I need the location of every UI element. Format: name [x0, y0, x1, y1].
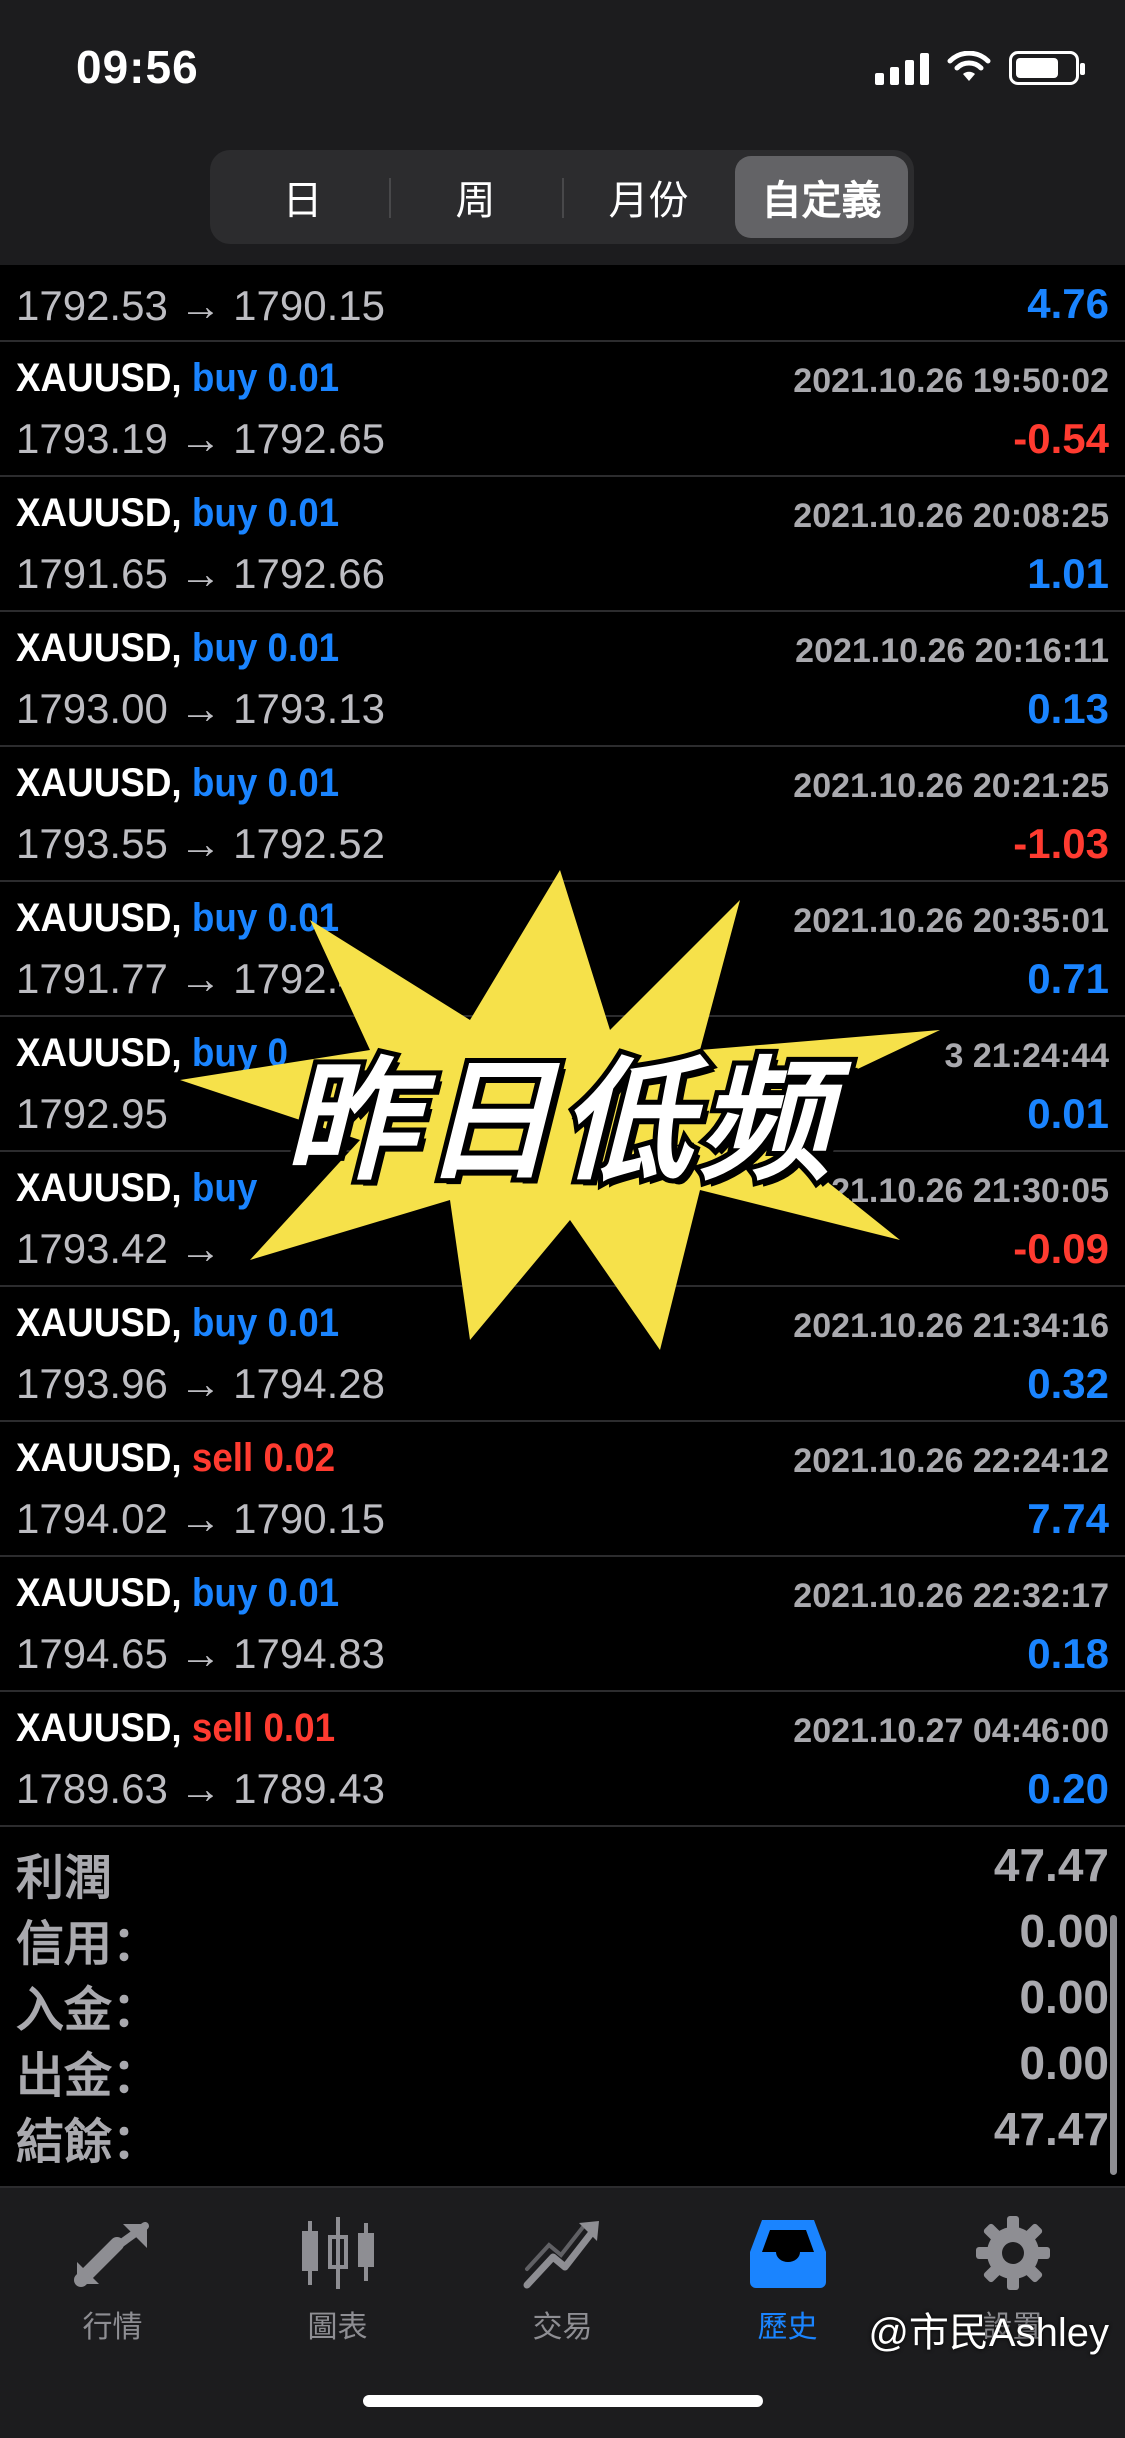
trade-prices: 1793.96 → 1794.28	[16, 1360, 385, 1407]
trade-profit: 0.71	[1027, 955, 1109, 1002]
sticker-text: 昨日低频	[279, 1043, 836, 1200]
account-summary: 利潤 47.47 信用： 0.00 入金： 0.00 出金： 0.00 結餘： …	[0, 1830, 1125, 2185]
trade-row[interactable]: 1792.53 → 1790.15 4.76	[0, 265, 1125, 342]
summary-value: 0.00	[1019, 1971, 1109, 2023]
symbol-name: XAUUSD,	[16, 761, 182, 805]
trade-profit: 0.32	[1027, 1360, 1109, 1407]
trade-timestamp: 2021.10.27 04:46:00	[793, 1712, 1109, 1750]
symbol-name: XAUUSD,	[16, 1571, 182, 1615]
trade-prices: 1789.63 → 1789.43	[16, 1765, 385, 1812]
wifi-icon	[947, 51, 991, 81]
trade-symbol: XAUUSD, buy 0.01	[16, 1571, 339, 1616]
trade-prices: 1792.53 → 1790.15	[16, 282, 385, 329]
trade-timestamp: 2021.10.26 20:16:11	[795, 632, 1109, 670]
home-indicator[interactable]	[363, 2395, 763, 2407]
tab-quotes[interactable]: 行情	[0, 2208, 225, 2358]
burst-sticker: 昨日低频	[140, 860, 980, 1360]
period-tab-week[interactable]: 周	[389, 156, 562, 238]
trade-profit: 4.76	[1027, 280, 1109, 327]
tab-chart[interactable]: 圖表	[225, 2208, 450, 2358]
summary-value: 0.00	[1019, 1905, 1109, 1957]
gear-icon	[975, 2216, 1050, 2290]
trade-chart-icon	[523, 2221, 599, 2289]
status-time: 09:56	[76, 41, 199, 93]
trade-side: sell 0.01	[191, 1706, 336, 1750]
trade-profit: 0.01	[1027, 1090, 1109, 1137]
scroll-indicator[interactable]	[1110, 1915, 1117, 2175]
trade-symbol: XAUUSD, sell 0.02	[16, 1436, 335, 1481]
trade-timestamp: 2021.10.26 22:24:12	[793, 1442, 1109, 1480]
trade-symbol: XAUUSD, buy 0.01	[16, 761, 339, 806]
summary-value: 0.00	[1019, 2037, 1109, 2089]
trade-profit: 0.13	[1027, 685, 1109, 732]
trade-row[interactable]: XAUUSD, buy 0.01 2021.10.26 20:08:25 1791.…	[0, 477, 1125, 612]
trade-profit: -1.03	[1013, 820, 1109, 867]
summary-value: 47.47	[993, 1839, 1109, 1891]
trade-symbol: XAUUSD, buy 0.01	[16, 356, 339, 401]
trade-prices: 1793.19 → 1792.65	[16, 415, 385, 462]
summary-profit-row: 利潤 47.47	[0, 1830, 1125, 1905]
trade-side: buy 0.01	[191, 356, 340, 400]
tab-label: 行情	[82, 2311, 143, 2344]
trade-side: buy 0.01	[191, 761, 340, 805]
summary-withdrawal-row: 出金： 0.00	[0, 2028, 1125, 2103]
trade-prices: 1791.65 → 1792.66	[16, 550, 385, 597]
trade-profit: 7.74	[1027, 1495, 1109, 1542]
summary-deposit-row: 入金： 0.00	[0, 1962, 1125, 2037]
status-icons	[875, 48, 1085, 88]
trade-profit: -0.09	[1013, 1225, 1109, 1272]
trade-timestamp: 2021.10.26 22:32:17	[793, 1577, 1109, 1615]
tab-label: 歷史	[757, 2311, 818, 2344]
period-tab-day[interactable]: 日	[216, 156, 389, 238]
symbol-name: XAUUSD,	[16, 356, 182, 400]
trade-timestamp: 2021.10.26 20:08:25	[793, 497, 1109, 535]
trade-timestamp: 2021.10.26 20:21:25	[793, 767, 1109, 805]
trade-side: buy 0.01	[191, 626, 340, 670]
tab-label: 交易	[532, 2311, 593, 2344]
trade-profit: 0.18	[1027, 1630, 1109, 1677]
trade-side: sell 0.02	[191, 1436, 336, 1480]
history-header: 日 周 月份 自定義	[0, 150, 1125, 265]
candlestick-chart-icon	[301, 2217, 374, 2289]
period-tab-custom[interactable]: 自定義	[735, 156, 908, 238]
battery-icon	[1009, 51, 1085, 85]
trade-row[interactable]: XAUUSD, buy 0.01 2021.10.26 20:16:11 1793.…	[0, 612, 1125, 747]
trade-symbol: XAUUSD, sell 0.01	[16, 1706, 335, 1751]
tab-history[interactable]: 歷史	[675, 2208, 900, 2358]
symbol-name: XAUUSD,	[16, 626, 182, 670]
trade-profit: 1.01	[1027, 550, 1109, 597]
trade-prices: 1793.00 → 1793.13	[16, 685, 385, 732]
quotes-arrows-icon	[73, 2222, 149, 2287]
trade-symbol: XAUUSD, buy 0.01	[16, 491, 339, 536]
trade-profit: 0.20	[1027, 1765, 1109, 1812]
status-bar: 09:56	[0, 0, 1125, 150]
summary-balance-row: 結餘： 47.47	[0, 2094, 1125, 2169]
trade-side: buy 0.01	[191, 491, 340, 535]
cellular-signal-icon	[875, 51, 929, 85]
trade-row[interactable]: XAUUSD, sell 0.01 2021.10.27 04:46:00 1789…	[0, 1692, 1125, 1827]
period-tab-month[interactable]: 月份	[562, 156, 735, 238]
summary-value: 47.47	[993, 2103, 1109, 2155]
summary-label: 結餘：	[16, 2116, 161, 2169]
trade-timestamp: 2021.10.26 19:50:02	[793, 362, 1109, 400]
history-inbox-icon	[749, 2220, 826, 2288]
trade-symbol: XAUUSD, buy 0.01	[16, 626, 339, 671]
trade-row[interactable]: XAUUSD, buy 0.01 2021.10.26 22:32:17 1794.…	[0, 1557, 1125, 1692]
symbol-name: XAUUSD,	[16, 1706, 182, 1750]
trade-prices: 1794.02 → 1790.15	[16, 1495, 385, 1542]
trade-prices: 1794.65 → 1794.83	[16, 1630, 385, 1677]
summary-credit-row: 信用： 0.00	[0, 1896, 1125, 1971]
tab-label: 圖表	[307, 2311, 368, 2344]
symbol-name: XAUUSD,	[16, 1436, 182, 1480]
symbol-name: XAUUSD,	[16, 491, 182, 535]
trade-side: buy 0.01	[191, 1571, 340, 1615]
period-segmented-control: 日 周 月份 自定義	[210, 150, 914, 244]
trade-row[interactable]: XAUUSD, sell 0.02 2021.10.26 22:24:12 1794…	[0, 1422, 1125, 1557]
trade-profit: -0.54	[1013, 415, 1109, 462]
trade-row[interactable]: XAUUSD, buy 0.01 2021.10.26 19:50:02 1793.…	[0, 342, 1125, 477]
tab-trade[interactable]: 交易	[450, 2208, 675, 2358]
watermark: @市民Ashley	[868, 2311, 1109, 2355]
